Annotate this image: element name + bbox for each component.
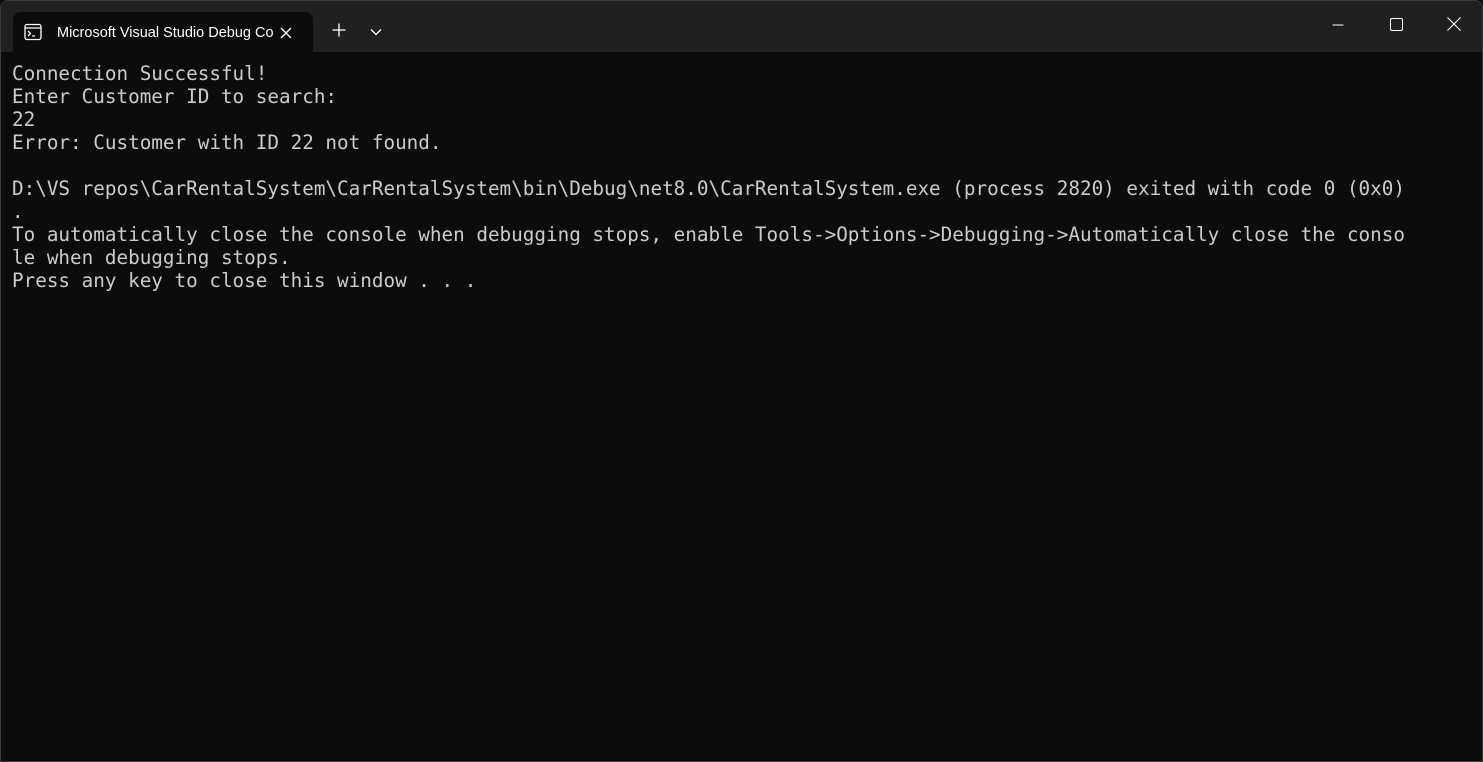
console-line: .	[12, 200, 24, 223]
title-bar[interactable]: Microsoft Visual Studio Debug Console	[1, 1, 1482, 52]
new-tab-button[interactable]	[323, 17, 355, 47]
console-line: Error: Customer with ID 22 not found.	[12, 131, 442, 154]
tab-debug-console[interactable]: Microsoft Visual Studio Debug Console	[13, 12, 313, 52]
console-line: D:\VS repos\CarRentalSystem\CarRentalSys…	[12, 177, 1405, 200]
tab-dropdown-button[interactable]	[361, 17, 391, 47]
console-line: le when debugging stops.	[12, 246, 291, 269]
maximize-icon	[1389, 17, 1403, 36]
console-line: 22	[12, 108, 36, 131]
console-line: Connection Successful!	[12, 62, 268, 85]
close-icon[interactable]	[275, 22, 297, 44]
console-line: Press any key to close this window . . .	[12, 269, 477, 292]
tab-title: Microsoft Visual Studio Debug Console	[57, 25, 274, 41]
maximize-button[interactable]	[1367, 1, 1425, 52]
console-output-area[interactable]: Connection Successful! Enter Customer ID …	[1, 52, 1482, 761]
console-line: To automatically close the console when …	[12, 223, 1405, 246]
console-app-icon	[24, 23, 42, 41]
close-window-button[interactable]	[1425, 1, 1482, 52]
plus-icon	[332, 23, 346, 42]
console-line: Enter Customer ID to search:	[12, 85, 338, 108]
chevron-down-icon	[370, 23, 382, 41]
minimize-icon	[1332, 18, 1344, 36]
minimize-button[interactable]	[1309, 1, 1367, 52]
terminal-window: Microsoft Visual Studio Debug Console	[0, 0, 1483, 762]
close-icon	[1447, 17, 1461, 36]
console-output: Connection Successful! Enter Customer ID …	[12, 62, 1474, 292]
